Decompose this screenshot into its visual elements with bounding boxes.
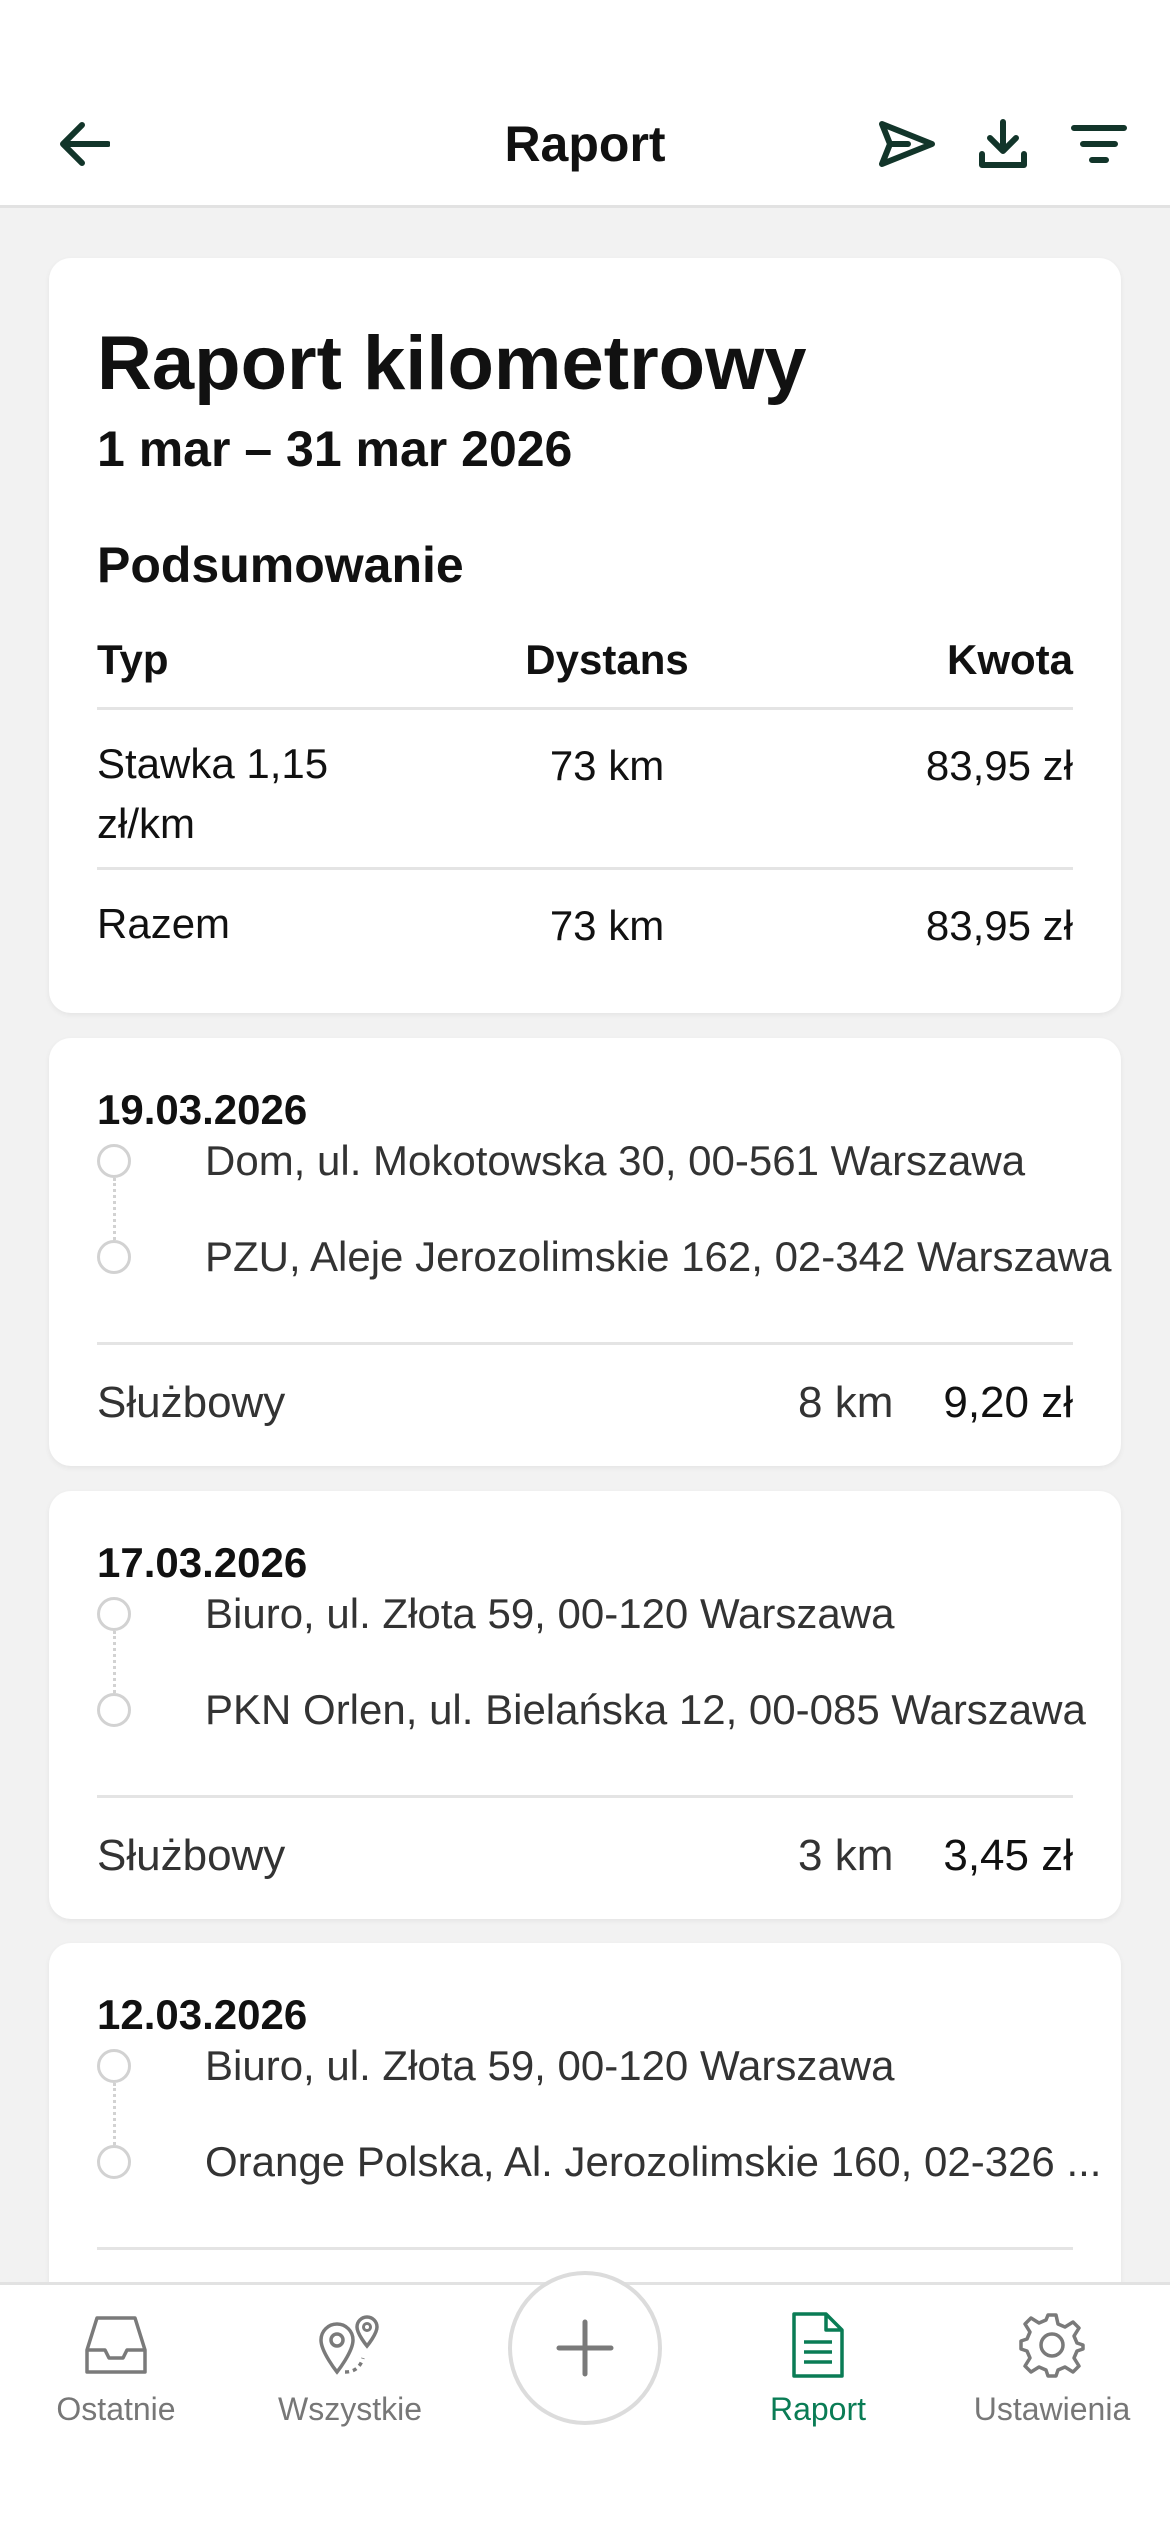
- divider: [97, 1342, 1073, 1345]
- total-amount: 83,95 zł: [925, 902, 1073, 949]
- trip-card[interactable]: 17.03.2026 Biuro, ul. Złota 59, 00-120 W…: [49, 1491, 1121, 1919]
- send-icon: [879, 121, 935, 167]
- start-address: Dom, ul. Mokotowska 30, 00-561 Warszawa: [205, 1137, 1026, 1184]
- end-address: Orange Polska, Al. Jerozolimskie 160, 02…: [205, 2138, 1102, 2185]
- nav-label: Wszystkie: [278, 2391, 422, 2427]
- nav-item-settings[interactable]: Ustawienia: [952, 2305, 1152, 2428]
- download-button[interactable]: [970, 112, 1036, 176]
- end-point-icon: [97, 1240, 131, 1274]
- total-distance: 73 km: [549, 902, 665, 949]
- start-address: Biuro, ul. Złota 59, 00-120 Warszawa: [205, 2042, 895, 2089]
- summary-row-rate: Stawka 1,15 zł/km 73 km 83,95 zł: [97, 710, 1073, 870]
- header-actions: [874, 112, 1132, 176]
- summary-table: Typ Dystans Kwota Stawka 1,15 zł/km 73 k…: [97, 630, 1073, 966]
- end-point-icon: [97, 1693, 131, 1727]
- trip-start: Biuro, ul. Złota 59, 00-120 Warszawa: [97, 2031, 894, 2101]
- plus-icon: [556, 2319, 614, 2377]
- nav-label: Ustawienia: [973, 2391, 1131, 2427]
- trip-start: Dom, ul. Mokotowska 30, 00-561 Warszawa: [97, 1126, 1025, 1196]
- trip-amount: 9,20 zł: [943, 1378, 1073, 1427]
- trip-footer: Służbowy 3 km 3,45 zł: [97, 1821, 1073, 1891]
- report-date-range: 1 mar – 31 mar 2026: [97, 421, 573, 477]
- document-icon: [792, 2312, 844, 2378]
- nav-label: Ostatnie: [56, 2391, 176, 2427]
- nav-item-report[interactable]: Raport: [718, 2305, 918, 2428]
- rate-amount: 83,95 zł: [925, 742, 1073, 789]
- add-trip-button[interactable]: [508, 2271, 662, 2425]
- end-point-icon: [97, 2145, 131, 2179]
- divider: [97, 2247, 1073, 2250]
- trip-distance: 8 km: [798, 1378, 894, 1427]
- summary-table-header: Typ Dystans Kwota: [97, 630, 1073, 710]
- total-type: Razem: [97, 900, 231, 947]
- trip-type: Służbowy: [97, 1831, 286, 1880]
- trip-start: Biuro, ul. Złota 59, 00-120 Warszawa: [97, 1579, 894, 1649]
- filter-icon: [1071, 125, 1127, 163]
- start-point-icon: [97, 1597, 131, 1631]
- start-point-icon: [97, 2049, 131, 2083]
- report-title: Raport kilometrowy: [97, 321, 807, 406]
- trip-card[interactable]: 19.03.2026 Dom, ul. Mokotowska 30, 00-56…: [49, 1038, 1121, 1466]
- start-address: Biuro, ul. Złota 59, 00-120 Warszawa: [205, 1590, 895, 1637]
- map-pins-icon: [319, 2315, 379, 2375]
- send-button[interactable]: [874, 112, 940, 176]
- rate-distance: 73 km: [549, 742, 665, 789]
- nav-item-all[interactable]: Wszystkie: [250, 2305, 450, 2428]
- filter-button[interactable]: [1066, 112, 1132, 176]
- column-header-amount: Kwota: [947, 636, 1073, 683]
- summary-card: Raport kilometrowy 1 mar – 31 mar 2026 P…: [49, 258, 1121, 1013]
- trip-footer: Służbowy 8 km 9,20 zł: [97, 1368, 1073, 1438]
- start-point-icon: [97, 1144, 131, 1178]
- trip-end: Orange Polska, Al. Jerozolimskie 160, 02…: [97, 2127, 1101, 2197]
- gear-icon: [1019, 2313, 1085, 2378]
- rate-type: Stawka 1,15 zł/km: [97, 740, 329, 847]
- trip-end: PKN Orlen, ul. Bielańska 12, 00-085 Wars…: [97, 1675, 1086, 1745]
- column-header-type: Typ: [97, 636, 169, 683]
- top-app-bar: Raport: [0, 0, 1170, 208]
- trip-amount: 3,45 zł: [943, 1831, 1073, 1880]
- summary-row-total: Razem 73 km 83,95 zł: [97, 870, 1073, 966]
- download-icon: [979, 119, 1027, 168]
- inbox-icon: [85, 2316, 147, 2374]
- end-address: PZU, Aleje Jerozolimskie 162, 02-342 War…: [205, 1233, 1112, 1280]
- trip-end: PZU, Aleje Jerozolimskie 162, 02-342 War…: [97, 1222, 1112, 1292]
- trip-distance: 3 km: [798, 1831, 894, 1880]
- end-address: PKN Orlen, ul. Bielańska 12, 00-085 Wars…: [205, 1686, 1086, 1733]
- trip-type: Służbowy: [97, 1378, 286, 1427]
- nav-item-recent[interactable]: Ostatnie: [16, 2305, 216, 2428]
- column-header-distance: Dystans: [525, 636, 689, 683]
- bottom-navigation: Ostatnie Wszystkie Raport Ustawienia: [0, 2271, 1170, 2532]
- divider: [97, 1795, 1073, 1798]
- summary-heading: Podsumowanie: [97, 537, 464, 593]
- nav-label: Raport: [769, 2391, 867, 2427]
